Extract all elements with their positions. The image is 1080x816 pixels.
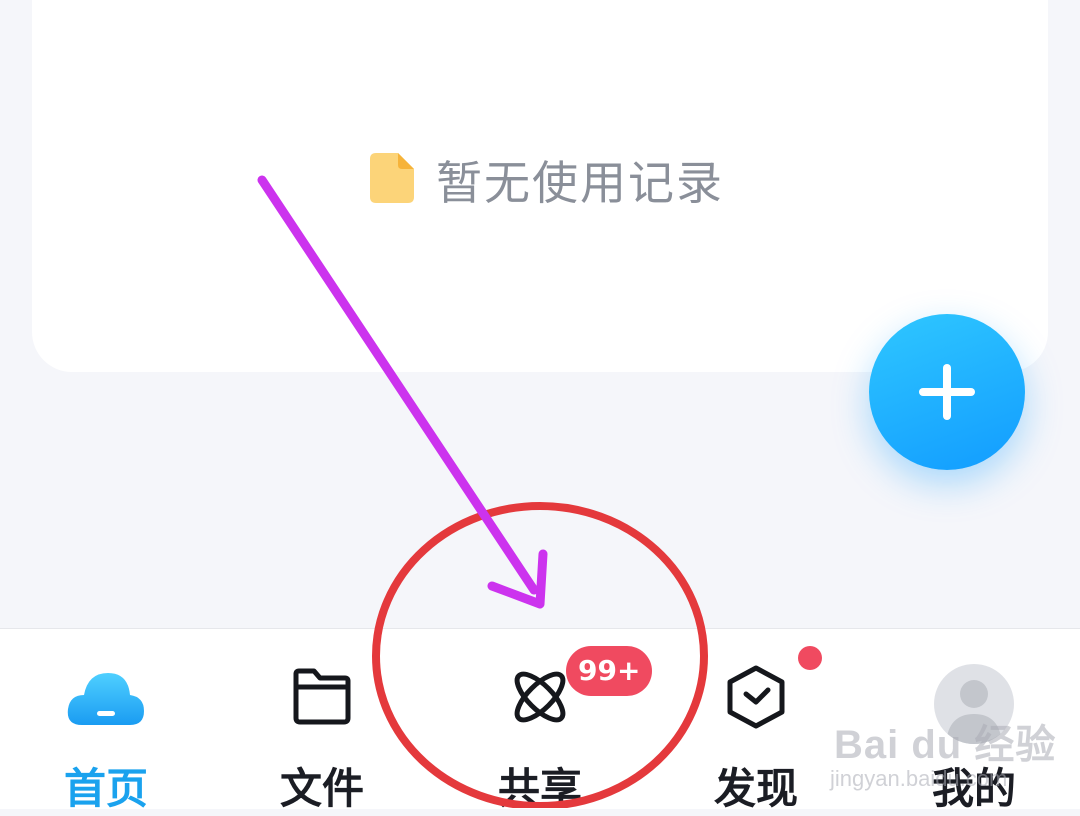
tab-home[interactable]: 首页 [6, 629, 206, 813]
plus-icon [919, 364, 975, 420]
empty-state: 暂无使用记录 [370, 152, 724, 210]
watermark: Bai du 经验 jingyan.baidu.com [830, 712, 1080, 808]
tab-files[interactable]: 文件 [222, 629, 422, 813]
empty-state-text: 暂无使用记录 [436, 156, 724, 210]
document-icon [370, 153, 414, 207]
cloud-icon [64, 659, 148, 735]
add-button[interactable] [869, 314, 1025, 470]
tab-files-label: 文件 [279, 764, 364, 813]
cube-icon [714, 659, 798, 735]
tab-discover[interactable]: 发现 [656, 629, 856, 813]
watermark-site: jingyan.baidu.com [830, 766, 1008, 791]
discover-notification-dot [798, 646, 822, 670]
tab-discover-label: 发现 [713, 764, 798, 813]
tab-home-label: 首页 [63, 764, 148, 813]
share-count-badge: 99+ [566, 646, 653, 696]
tab-share-label: 共享 [497, 764, 582, 813]
folder-icon [280, 659, 364, 735]
watermark-brand: Bai du 经验 [834, 723, 1057, 767]
pointer-arrow-head [487, 549, 548, 609]
